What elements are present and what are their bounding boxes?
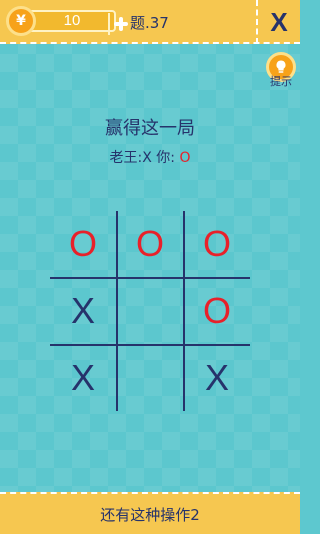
board-cell-1-1[interactable] [117, 278, 183, 344]
board-cell-0-0[interactable]: O [50, 211, 116, 277]
plus-icon [114, 17, 128, 31]
board-cell-1-0[interactable]: X [50, 278, 116, 344]
board-cell-2-0[interactable]: X [50, 345, 116, 411]
top-bar: 10 ¥ 题.37 X [0, 0, 300, 44]
level-label: 题.37 [130, 14, 169, 32]
coin-count: 10 [63, 12, 81, 29]
board-cell-0-1[interactable]: O [117, 211, 183, 277]
close-button[interactable]: X [256, 0, 300, 44]
players-prefix: 老王:X 你: [109, 150, 180, 166]
hint-button[interactable]: 提示 [264, 52, 298, 92]
board-cell-2-2[interactable]: X [184, 345, 250, 411]
board-cell-2-1[interactable] [117, 345, 183, 411]
yen-coin-icon: ¥ [6, 6, 36, 36]
board-cell-0-2[interactable]: O [184, 211, 250, 277]
hint-label: 提示 [270, 75, 292, 88]
your-mark: O [179, 150, 191, 166]
players-line: 老王:X 你: O [0, 147, 300, 167]
add-coins-button[interactable] [108, 13, 132, 35]
coin-balance: 10 ¥ [6, 6, 128, 36]
board-cell-1-2[interactable]: O [184, 278, 250, 344]
footer-bar: 还有这种操作2 [0, 492, 300, 534]
tic-tac-toe-board: O O O X O X X [50, 211, 250, 411]
puzzle-title: 赢得这一局 [105, 118, 195, 139]
